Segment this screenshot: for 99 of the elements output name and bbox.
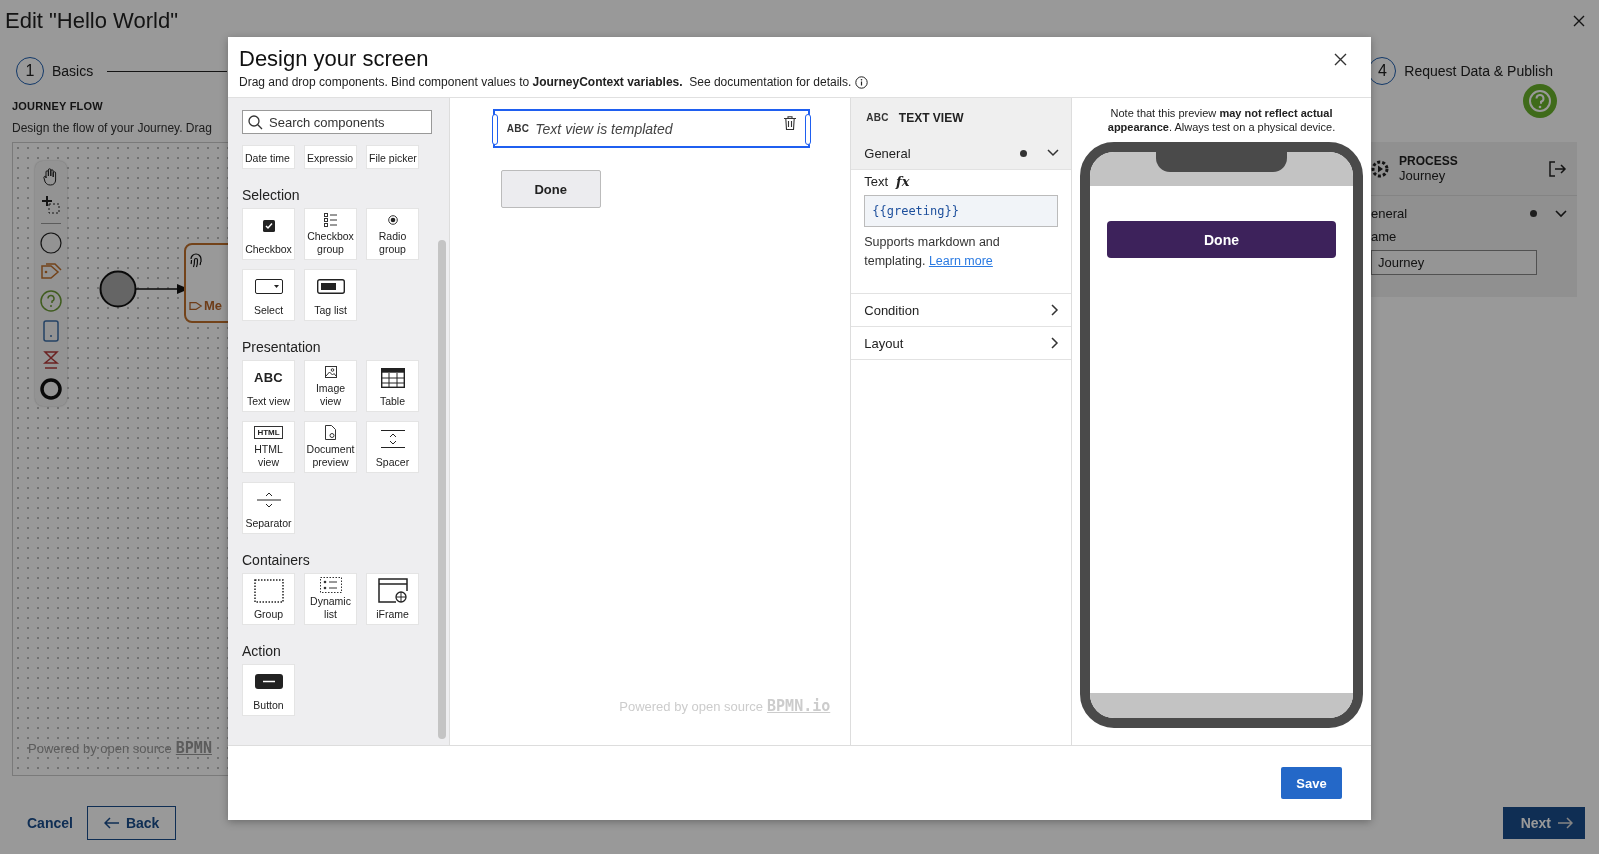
panel-type: PROCESS <box>1399 154 1459 168</box>
group-icon <box>253 578 284 603</box>
help-text: Supports markdown and templating. Learn more <box>864 234 1001 270</box>
resize-handle[interactable] <box>491 114 498 145</box>
checkbox-icon <box>262 219 275 232</box>
document-icon <box>325 425 336 440</box>
tag-list-icon <box>316 279 345 295</box>
group-title: Selection <box>242 188 301 203</box>
group-title: Containers <box>242 553 311 568</box>
step-label[interactable]: Request Data & Publish <box>1404 63 1553 79</box>
phone-icon[interactable] <box>43 320 59 342</box>
text-view-icon: ABC <box>253 371 284 384</box>
section-description: Design the flow of your Journey. Drag <box>12 121 212 135</box>
component-tile[interactable]: ABC Text view <box>242 360 295 412</box>
dropdown-icon <box>254 279 283 295</box>
close-icon[interactable] <box>1334 53 1347 66</box>
component-tile[interactable]: HTML HTML view <box>242 421 295 473</box>
dynamic-list-icon <box>319 576 342 593</box>
component-tile[interactable]: Tag list <box>304 269 357 321</box>
next-button[interactable]: Next <box>1502 807 1585 839</box>
button-icon <box>254 674 283 690</box>
info-icon[interactable] <box>855 75 869 89</box>
cancel-link[interactable]: Cancel <box>27 815 73 831</box>
image-icon <box>324 365 337 378</box>
component-tile[interactable]: Select <box>242 269 295 321</box>
section-header[interactable]: Layout <box>851 327 1071 360</box>
tag-icon <box>189 299 203 312</box>
modified-dot <box>1020 149 1027 157</box>
search-field[interactable]: Search components <box>242 110 432 134</box>
resize-handle[interactable] <box>804 114 811 145</box>
task-label: Me <box>204 298 223 313</box>
start-event <box>99 270 137 308</box>
back-button[interactable]: Back <box>86 806 177 840</box>
radio-icon <box>387 214 398 225</box>
chevron-down-icon <box>1047 149 1059 157</box>
end-event-icon[interactable] <box>40 378 62 400</box>
type-label: ABC <box>506 123 530 134</box>
group-title: Presentation <box>242 340 322 355</box>
done-button[interactable]: Done <box>500 170 601 208</box>
separator-icon <box>256 491 281 508</box>
component-text: Text view is templated <box>535 120 674 137</box>
html-icon: HTML <box>254 426 283 439</box>
chevron-down-icon[interactable] <box>1555 209 1567 218</box>
component-tile[interactable]: Image view <box>304 360 357 412</box>
component-tile[interactable]: Button <box>242 664 295 716</box>
lasso-tool-icon[interactable] <box>41 195 61 215</box>
fingerprint-icon <box>189 253 203 269</box>
exit-icon[interactable] <box>1547 159 1567 178</box>
section-title: JOURNEY FLOW <box>12 100 103 112</box>
close-icon[interactable] <box>1573 15 1585 27</box>
save-button[interactable]: Save <box>1281 767 1342 799</box>
chevron-right-icon <box>1051 304 1059 316</box>
component-tile[interactable]: Checkbox <box>242 208 295 260</box>
learn-more-link[interactable]: Learn more <box>928 254 993 268</box>
text-view-component[interactable]: ABC Text view is templated <box>492 109 810 148</box>
type-label: ABC <box>866 112 889 123</box>
credit-text: Powered by open source <box>28 741 172 756</box>
section-header[interactable]: General <box>851 137 1071 170</box>
component-tile[interactable]: File picker <box>366 145 419 169</box>
component-tile[interactable]: Separator <box>242 482 295 534</box>
preview-note: Note that this preview may not reflect actual appearance. Always test on a physical device. <box>1106 106 1337 134</box>
search-icon <box>248 115 263 130</box>
component-tile[interactable]: Radio group <box>366 208 419 260</box>
table-icon <box>380 367 405 388</box>
component-tile[interactable]: Document preview <box>304 421 357 473</box>
group-title[interactable]: eneral <box>1371 206 1512 221</box>
name-field[interactable]: Journey <box>1371 250 1537 275</box>
iframe-icon <box>377 577 408 604</box>
field-label: Text <box>864 174 889 189</box>
component-tile[interactable]: Date time <box>242 145 295 169</box>
field-label: ame <box>1371 229 1398 244</box>
panel-title: TEXT VIEW <box>898 110 964 125</box>
text-field[interactable]: {{greeting}} <box>864 195 1058 227</box>
arrow-left-icon <box>103 817 120 829</box>
dialog-subtitle: Drag and drop components. Bind component values to JourneyContext variables. See documentation for details. <box>239 75 852 89</box>
trash-icon[interactable] <box>783 116 796 130</box>
dialog-title: Design your screen <box>239 46 430 72</box>
step-label[interactable]: Basics <box>52 63 94 79</box>
arrow-right-icon <box>1557 817 1573 829</box>
section-header[interactable]: Condition <box>851 294 1071 327</box>
component-tile[interactable]: Spacer <box>366 421 419 473</box>
component-tile[interactable]: iFrame <box>366 573 419 625</box>
credit-logo: BPMN <box>175 739 212 757</box>
chevron-right-icon <box>1051 337 1059 349</box>
expression-marker: fx <box>896 174 910 189</box>
group-title: Action <box>242 644 282 659</box>
component-tile[interactable]: Dynamic list <box>304 573 357 625</box>
question-icon[interactable] <box>40 290 62 312</box>
component-tile[interactable]: Group <box>242 573 295 625</box>
component-tile[interactable]: Table <box>366 360 419 412</box>
list-icon <box>324 212 337 227</box>
component-tile[interactable]: Expressio <box>304 145 357 169</box>
panel-name: Journey <box>1399 168 1447 183</box>
spacer-icon <box>380 429 405 448</box>
component-tile[interactable]: Checkbox group <box>304 208 357 260</box>
start-event-icon[interactable] <box>40 232 62 254</box>
tag-icon[interactable] <box>40 262 62 282</box>
page-title: Edit "Hello World" <box>5 8 178 34</box>
done-button[interactable]: Done <box>1107 221 1336 258</box>
